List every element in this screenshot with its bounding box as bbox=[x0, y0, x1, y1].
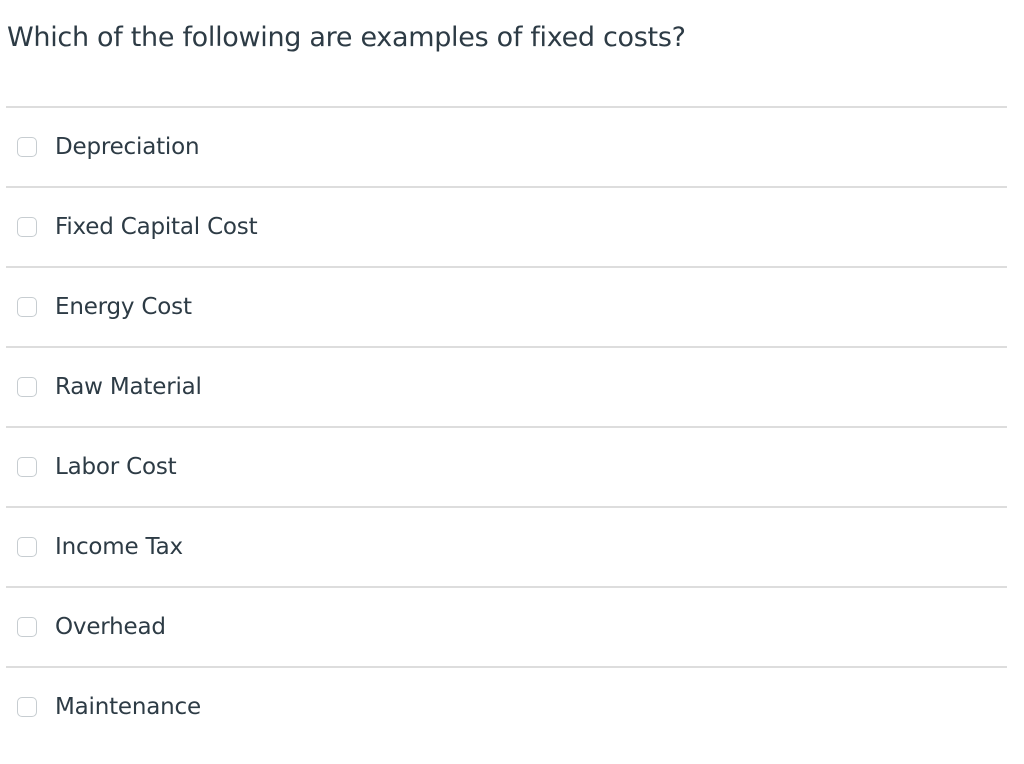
answer-option-depreciation[interactable]: Depreciation bbox=[6, 106, 1007, 186]
answer-label: Maintenance bbox=[55, 694, 201, 720]
checkbox[interactable] bbox=[17, 297, 37, 317]
checkbox[interactable] bbox=[17, 217, 37, 237]
answer-label: Labor Cost bbox=[55, 454, 177, 480]
answer-label: Depreciation bbox=[55, 134, 200, 160]
checkbox[interactable] bbox=[17, 457, 37, 477]
answer-option-income-tax[interactable]: Income Tax bbox=[6, 506, 1007, 586]
checkbox[interactable] bbox=[17, 377, 37, 397]
answer-list: Depreciation Fixed Capital Cost Energy C… bbox=[6, 106, 1007, 746]
checkbox[interactable] bbox=[17, 617, 37, 637]
answer-label: Overhead bbox=[55, 614, 166, 640]
answer-label: Energy Cost bbox=[55, 294, 192, 320]
checkbox[interactable] bbox=[17, 537, 37, 557]
answer-label: Income Tax bbox=[55, 534, 183, 560]
question-text: Which of the following are examples of f… bbox=[7, 22, 686, 53]
checkbox[interactable] bbox=[17, 697, 37, 717]
answer-option-labor-cost[interactable]: Labor Cost bbox=[6, 426, 1007, 506]
answer-label: Raw Material bbox=[55, 374, 202, 400]
answer-option-raw-material[interactable]: Raw Material bbox=[6, 346, 1007, 426]
answer-option-maintenance[interactable]: Maintenance bbox=[6, 666, 1007, 746]
answer-label: Fixed Capital Cost bbox=[55, 214, 258, 240]
answer-option-energy-cost[interactable]: Energy Cost bbox=[6, 266, 1007, 346]
answer-option-fixed-capital-cost[interactable]: Fixed Capital Cost bbox=[6, 186, 1007, 266]
answer-option-overhead[interactable]: Overhead bbox=[6, 586, 1007, 666]
checkbox[interactable] bbox=[17, 137, 37, 157]
